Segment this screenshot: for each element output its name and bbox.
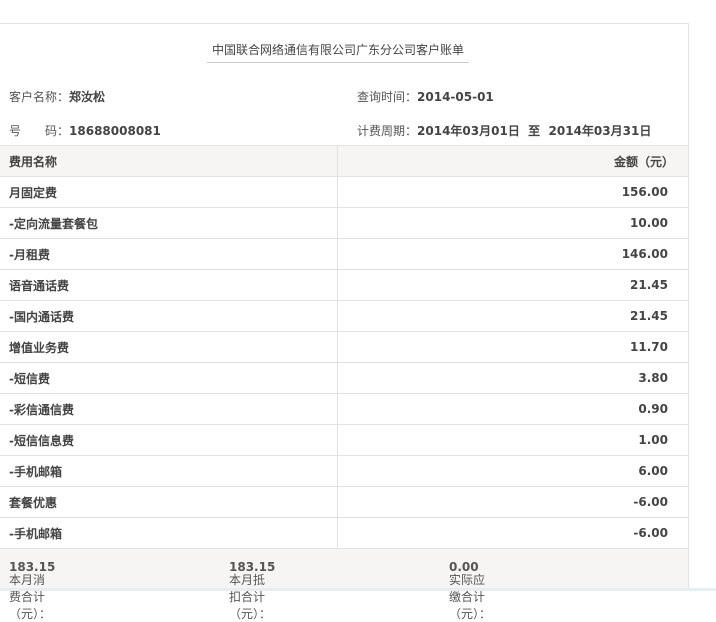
- fee-amount: -6.00: [337, 517, 688, 549]
- fee-amount: 0.90: [337, 393, 688, 425]
- label: 实际应缴合计（元）：: [449, 573, 492, 621]
- label: 号 码：: [9, 124, 70, 138]
- fee-amount: 156.00: [337, 176, 688, 208]
- bill-title: 中国联合网络通信有限公司广东分公司客户账单: [207, 41, 469, 63]
- table-row: -月租费 146.00: [0, 238, 688, 270]
- fee-table: 费用名称 金额（元） 月固定费 156.00 -定向流量套餐包 10.00 -月租费 146…: [0, 145, 688, 549]
- table-row: 增值业务费 11.70: [0, 331, 688, 363]
- fee-name: 语音通话费: [0, 269, 338, 301]
- value: 18688008081: [69, 124, 161, 138]
- fee-name: -短信信息费: [0, 424, 338, 456]
- bill-panel: 中国联合网络通信有限公司广东分公司客户账单 客户名称：郑汝松 查询时间：2014…: [0, 23, 689, 621]
- fee-amount: 1.00: [337, 424, 688, 456]
- value: 2014-05-01: [417, 90, 494, 104]
- table-header: 费用名称 金额（元）: [0, 145, 688, 177]
- table-row: -短信费 3.80: [0, 362, 688, 394]
- fee-name: -月租费: [0, 238, 338, 270]
- phone-number: 号 码：18688008081: [9, 122, 161, 139]
- fee-name: -国内通话费: [0, 300, 338, 332]
- fee-name: 月固定费: [0, 176, 338, 208]
- table-row: -手机邮箱 -6.00: [0, 517, 688, 549]
- fee-amount: 3.80: [337, 362, 688, 394]
- summary-bar: 本月消费合计（元）： 183.15 本月抵扣合计（元）： 183.15 实际应缴合计…: [0, 549, 688, 621]
- label: 客户名称：: [9, 90, 70, 104]
- header-amount: 金额（元）: [337, 145, 688, 177]
- table-row: 语音通话费 21.45: [0, 269, 688, 301]
- fee-name: -定向流量套餐包: [0, 207, 338, 239]
- fee-amount: 21.45: [337, 300, 688, 332]
- fee-amount: 146.00: [337, 238, 688, 270]
- fee-amount: 11.70: [337, 331, 688, 363]
- label: 本月消费合计（元）：: [9, 573, 52, 621]
- customer-name: 客户名称：郑汝松: [9, 88, 105, 105]
- fee-name: 增值业务费: [0, 331, 338, 363]
- due-total: 实际应缴合计（元）： 0.00: [449, 560, 491, 621]
- value: 2014年03月01日 至 2014年03月31日: [417, 124, 652, 138]
- fee-amount: -6.00: [337, 486, 688, 518]
- table-row: -彩信通信费 0.90: [0, 393, 688, 425]
- header-fee-name: 费用名称: [0, 145, 338, 177]
- fee-name: -手机邮箱: [0, 455, 338, 487]
- table-row: -短信信息费 1.00: [0, 424, 688, 456]
- fee-name: -手机邮箱: [0, 517, 338, 549]
- value: 郑汝松: [69, 90, 106, 104]
- fee-amount: 10.00: [337, 207, 688, 239]
- fee-name: 套餐优惠: [0, 486, 338, 518]
- table-row: -手机邮箱 6.00: [0, 455, 688, 487]
- deduct-total: 本月抵扣合计（元）： 183.15: [229, 560, 275, 621]
- fee-amount: 6.00: [337, 455, 688, 487]
- billing-period: 计费周期：2014年03月01日 至 2014年03月31日: [357, 122, 651, 139]
- table-row: 套餐优惠 -6.00: [0, 486, 688, 518]
- consume-total: 本月消费合计（元）： 183.15: [9, 560, 55, 621]
- table-row: 月固定费 156.00: [0, 176, 688, 208]
- fee-name: -彩信通信费: [0, 393, 338, 425]
- table-row: -定向流量套餐包 10.00: [0, 207, 688, 239]
- fee-name: -短信费: [0, 362, 338, 394]
- label: 计费周期：: [357, 124, 418, 138]
- query-time: 查询时间：2014-05-01: [357, 88, 494, 105]
- label: 查询时间：: [357, 90, 418, 104]
- table-row: -国内通话费 21.45: [0, 300, 688, 332]
- label: 本月抵扣合计（元）：: [229, 573, 272, 621]
- fee-amount: 21.45: [337, 269, 688, 301]
